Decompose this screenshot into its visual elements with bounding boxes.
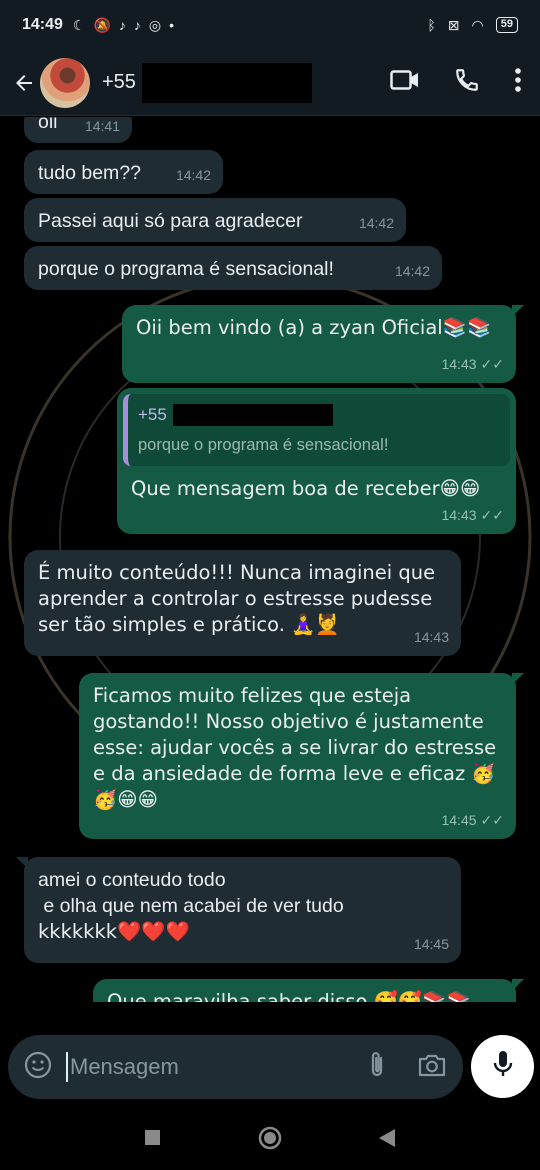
wifi-icon: ◠: [471, 16, 484, 33]
avatar[interactable]: [40, 57, 90, 108]
message-time: 14:45: [413, 936, 449, 952]
read-ticks-icon: ✓✓: [480, 507, 504, 523]
system-navigation-bar: [0, 1110, 540, 1170]
back-triangle-icon[interactable]: [378, 1128, 396, 1153]
tiktok-icon-2: ♪: [133, 17, 141, 33]
quoted-message[interactable]: +55 porque o programa é sensacional!: [123, 394, 510, 466]
status-time: 14:49: [22, 16, 63, 33]
message-time: 14:42: [175, 167, 211, 183]
message-time: 14:43: [413, 629, 449, 645]
read-ticks-icon: ✓✓: [480, 356, 504, 372]
outgoing-message[interactable]: Oii bem vindo (a) a zyan Oficial📚📚 14:43…: [122, 305, 524, 383]
message-time: 14:45: [441, 812, 477, 828]
recents-square-icon[interactable]: [144, 1129, 162, 1152]
incoming-message[interactable]: É muito conteúdo!!! Nunca imaginei que a…: [24, 550, 461, 656]
message-time: 14:41: [84, 118, 120, 134]
no-sim-icon: ⊠: [447, 16, 460, 33]
more-options-icon[interactable]: [514, 67, 522, 98]
outgoing-message[interactable]: Que maravilha saber disso 🥰🥰📚📚: [93, 979, 524, 1002]
tiktok-icon: ♪: [118, 17, 126, 33]
message-time: 14:43: [441, 507, 477, 523]
message-time: 14:43: [441, 356, 477, 372]
read-ticks-icon: ✓✓: [480, 812, 504, 828]
instagram-icon: ◎: [148, 16, 162, 33]
bluetooth-icon: ᛒ: [427, 17, 436, 33]
moon-icon: ☾: [72, 16, 86, 33]
dot-icon: •: [169, 17, 175, 33]
message-input[interactable]: Mensagem: [66, 1052, 367, 1082]
redaction-block: [141, 62, 312, 103]
incoming-message[interactable]: tudo bem?? 14:42: [24, 150, 223, 194]
battery-icon: 59: [495, 17, 518, 33]
incoming-message[interactable]: porque o programa é sensacional! 14:42: [24, 246, 442, 290]
status-bar: 14:49 ☾ 🔕 ♪ ♪ ◎ • ᛒ ⊠ ◠ 59: [0, 0, 540, 50]
chat-header: +55: [0, 50, 540, 116]
camera-icon[interactable]: [417, 1052, 447, 1083]
outgoing-reply-message[interactable]: +55 porque o programa é sensacional! Que…: [117, 388, 516, 534]
incoming-message[interactable]: oii 14:41: [24, 117, 132, 143]
outgoing-message[interactable]: Ficamos muito felizes que esteja gostand…: [79, 673, 524, 839]
incoming-message[interactable]: Passei aqui só para agradecer 14:42: [24, 198, 406, 242]
emoji-sticker-icon[interactable]: [24, 1051, 52, 1084]
redaction-block: [172, 404, 333, 426]
video-call-icon[interactable]: [390, 69, 420, 96]
back-arrow-icon[interactable]: [10, 69, 38, 97]
home-circle-icon[interactable]: [257, 1125, 283, 1156]
attach-paperclip-icon[interactable]: [367, 1050, 387, 1085]
voice-message-button[interactable]: [471, 1035, 534, 1098]
contact-name[interactable]: +55: [102, 62, 312, 103]
chat-area[interactable]: oii 14:41 tudo bem?? 14:42 Passei aqui s…: [0, 117, 540, 1002]
message-time: 14:42: [394, 263, 430, 279]
message-time: 14:42: [358, 215, 394, 231]
message-composer: Mensagem: [8, 1035, 463, 1099]
voice-call-icon[interactable]: [454, 67, 480, 98]
microphone-icon: [492, 1049, 514, 1084]
muted-alarm-icon: 🔕: [93, 16, 111, 33]
incoming-message[interactable]: amei o conteudo todo e olha que nem acab…: [16, 857, 461, 963]
